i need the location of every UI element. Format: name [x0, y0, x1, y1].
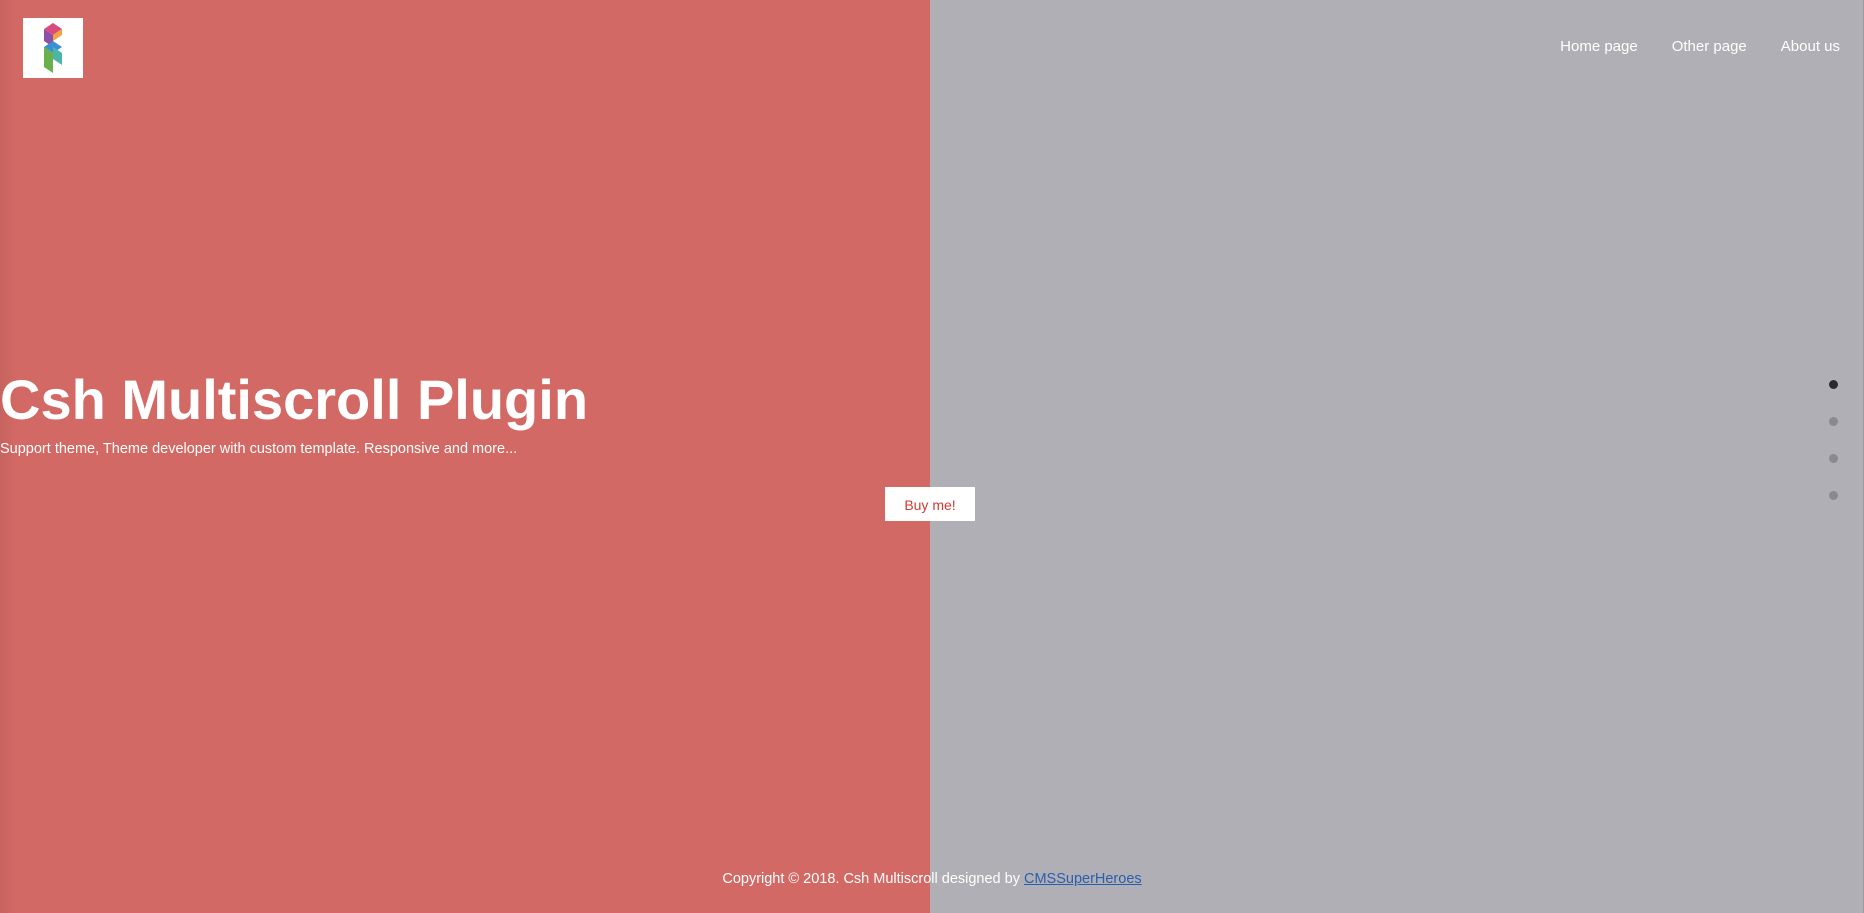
footer: Copyright © 2018. Csh Multiscroll design…	[0, 871, 1864, 887]
pagination-dot-4[interactable]	[1829, 491, 1838, 500]
pagination-dot-1[interactable]	[1829, 380, 1838, 389]
nav-item-home-page[interactable]: Home page	[1560, 38, 1638, 55]
hero-subtitle: Support theme, Theme developer with cust…	[0, 441, 518, 457]
brand-logo[interactable]	[23, 18, 83, 78]
page: Home page Other page About us Csh Multis…	[0, 0, 1864, 913]
nav-item-about-us[interactable]: About us	[1781, 38, 1840, 55]
pagination-dot-2[interactable]	[1829, 417, 1838, 426]
hero-title: Csh Multiscroll Plugin	[0, 368, 589, 431]
buy-button[interactable]: Buy me!	[885, 487, 975, 521]
nav-item-other-page[interactable]: Other page	[1672, 38, 1747, 55]
footer-designer-link[interactable]: CMSSuperHeroes	[1024, 871, 1142, 887]
pagination-dot-3[interactable]	[1829, 454, 1838, 463]
footer-copyright-text: Copyright © 2018. Csh Multiscroll design…	[722, 871, 1024, 887]
section-pagination	[1829, 380, 1839, 528]
brand-logo-icon	[44, 23, 62, 73]
main-navigation: Home page Other page About us	[1526, 38, 1840, 55]
